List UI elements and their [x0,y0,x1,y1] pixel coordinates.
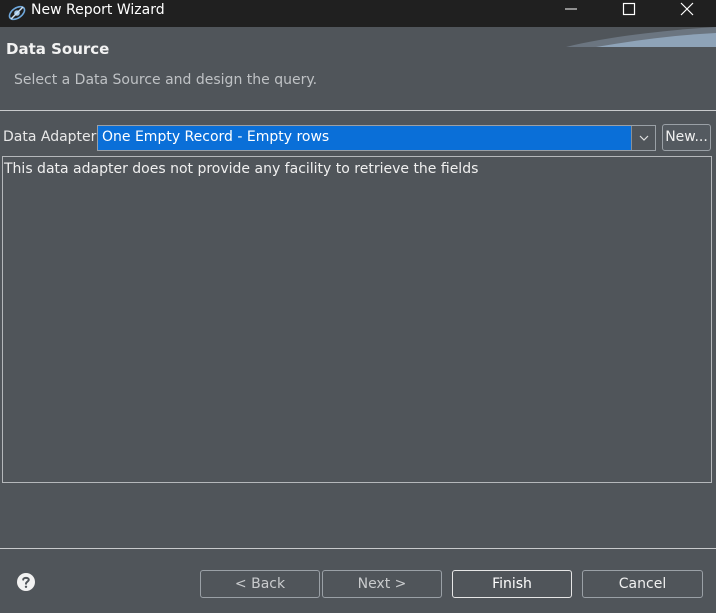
header-swoosh-graphic [566,27,716,47]
footer-separator [0,548,716,549]
header-separator [0,110,716,111]
wizard-header: Data Source Select a Data Source and des… [0,27,716,111]
maximize-button[interactable] [600,0,658,19]
close-button[interactable] [658,0,716,19]
info-message: This data adapter does not provide any f… [4,161,479,177]
query-panel: This data adapter does not provide any f… [2,156,712,483]
minimize-button[interactable] [542,0,600,19]
new-adapter-button[interactable]: New... [662,124,711,151]
app-icon [7,3,27,23]
finish-button[interactable]: Finish [452,570,572,598]
help-icon[interactable] [16,572,36,592]
next-button[interactable]: Next > [322,570,442,598]
dropdown-button[interactable] [631,126,655,150]
page-description: Select a Data Source and design the quer… [14,72,318,88]
cancel-button[interactable]: Cancel [582,570,703,598]
back-button[interactable]: < Back [200,570,320,598]
data-adapter-label: Data Adapter [3,129,97,145]
chevron-down-icon [639,135,649,141]
page-title: Data Source [6,40,110,58]
data-adapter-select[interactable]: One Empty Record - Empty rows [97,125,656,151]
window-title: New Report Wizard [31,2,165,18]
title-bar: New Report Wizard [0,0,716,27]
data-adapter-value: One Empty Record - Empty rows [102,129,330,145]
